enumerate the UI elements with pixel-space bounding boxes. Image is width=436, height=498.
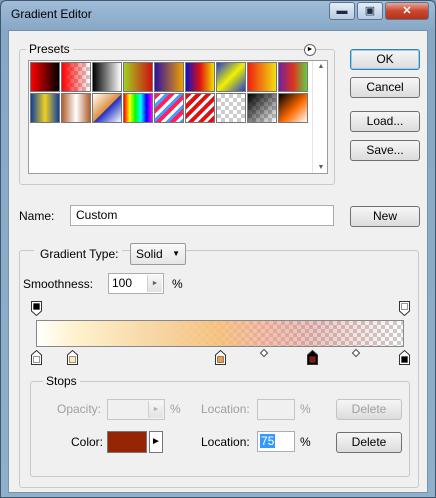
color-location-field[interactable]: 75 [257,431,295,452]
window-title: Gradient Editor [11,7,92,21]
ok-button[interactable]: OK [350,49,420,70]
opacity-stop-rail[interactable] [30,301,410,317]
color-menu-icon[interactable]: ► [149,431,163,453]
save-button[interactable]: Save... [350,140,420,161]
preset-swatch[interactable] [247,62,277,92]
scroll-up-icon[interactable]: ▲ [313,63,329,70]
midpoint-diamond[interactable] [351,348,361,358]
smoothness-field[interactable]: 100 ► [108,273,164,294]
preset-swatch[interactable] [92,93,122,123]
maximize-button[interactable]: ▣ [357,2,383,20]
preset-swatch[interactable] [216,93,246,123]
color-label: Color: [71,435,104,449]
delete-color-stop-button[interactable]: Delete [336,432,402,453]
name-label: Name: [19,209,55,223]
preset-swatch[interactable] [92,62,122,92]
preset-swatch[interactable] [61,93,91,123]
preset-swatch[interactable] [30,93,60,123]
dialog-client: Presets ► ▲ ▼ OK Cancel Load... Save... … [8,30,428,493]
color-stop-marker[interactable] [67,349,79,365]
delete-opacity-stop-button[interactable]: Delete [336,399,402,420]
midpoint-diamond[interactable] [259,348,269,358]
color-stop-marker[interactable] [214,349,226,365]
smoothness-value: 100 [112,276,133,290]
name-field[interactable]: Custom [70,205,334,226]
presets-list[interactable]: ▲ ▼ [28,60,328,174]
title-bar[interactable]: Gradient Editor ▬ ▣ ✕ [1,1,435,27]
gradient-preview[interactable] [36,320,404,347]
gradient-group: Gradient Type: Solid ▼ Smoothness: 100 ►… [19,243,419,488]
gradient-type-select[interactable]: Solid ▼ [130,243,186,265]
gradient-type-value: Solid [136,247,163,261]
opacity-stop-marker[interactable] [30,301,42,317]
gradient-type-label: Gradient Type: [34,243,122,265]
smoothness-slider-icon[interactable]: ► [147,275,162,292]
preset-swatch[interactable] [185,93,215,123]
opacity-label: Opacity: [57,402,102,416]
preset-swatch[interactable] [216,62,246,92]
presets-group: Presets ► ▲ ▼ [19,42,335,185]
preset-swatch[interactable] [154,62,184,92]
preset-swatch[interactable] [278,62,308,92]
scroll-down-icon[interactable]: ▼ [313,164,329,171]
load-button[interactable]: Load... [350,111,420,132]
opacity-location-unit: % [300,402,311,416]
color-location-value: 75 [260,434,276,448]
smoothness-unit: % [172,277,183,291]
presets-title: Presets [26,42,73,56]
preset-swatch[interactable] [61,62,91,92]
stops-group: Stops Opacity: ► % Location: % Delete Co… [30,374,410,477]
preset-swatch[interactable] [30,62,60,92]
opacity-location-field[interactable] [257,399,295,420]
preset-swatch[interactable] [185,62,215,92]
smoothness-label: Smoothness: [23,277,94,291]
preset-swatch[interactable] [123,93,153,123]
color-location-label: Location: [201,435,250,449]
preset-swatch[interactable] [123,62,153,92]
preset-swatch[interactable] [247,93,277,123]
minimize-button[interactable]: ▬ [329,2,355,20]
cancel-button[interactable]: Cancel [350,77,420,98]
opacity-stop-marker[interactable] [398,301,410,317]
preset-swatch[interactable] [278,93,308,123]
stops-title: Stops [43,374,80,388]
new-button[interactable]: New [350,206,420,227]
opacity-unit: % [170,402,181,416]
chevron-down-icon: ▼ [172,249,180,258]
color-stop-marker[interactable] [306,349,318,365]
presets-scrollbar[interactable]: ▲ ▼ [312,61,328,173]
color-stop-marker[interactable] [30,349,42,365]
opacity-field[interactable]: ► [107,399,165,420]
color-swatch[interactable] [107,431,147,453]
opacity-location-label: Location: [201,402,250,416]
presets-menu-icon[interactable]: ► [304,44,316,56]
gradient-editor-window: Gradient Editor ▬ ▣ ✕ Presets ► ▲ ▼ OK C… [0,0,436,498]
opacity-slider-icon: ► [148,401,163,418]
preset-swatch[interactable] [154,93,184,123]
color-stop-marker[interactable] [398,349,410,365]
close-button[interactable]: ✕ [385,2,429,20]
color-stop-rail[interactable] [30,348,410,366]
color-location-unit: % [300,435,311,449]
